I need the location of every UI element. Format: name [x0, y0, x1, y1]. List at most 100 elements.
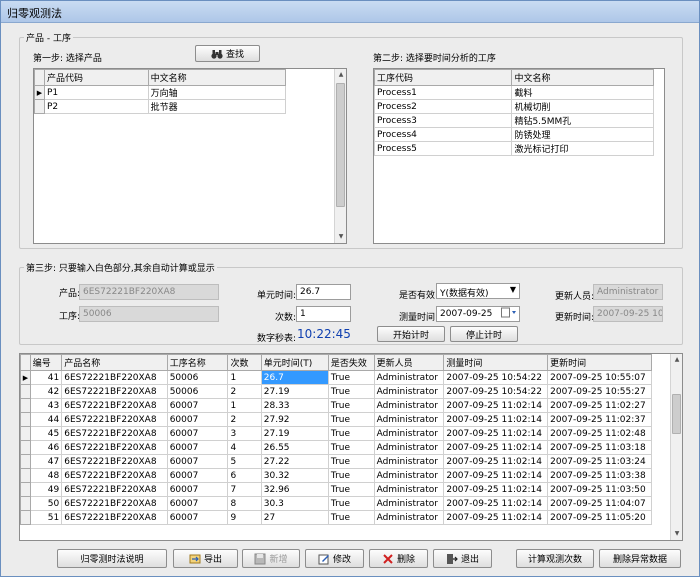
- record-measure-time-cell[interactable]: 2007-09-25 11:02:14: [443, 398, 549, 413]
- record-measure-time-cell[interactable]: 2007-09-25 11:02:14: [443, 440, 549, 455]
- record-updater-cell[interactable]: Administrator: [373, 496, 445, 511]
- record-updater-cell[interactable]: Administrator: [373, 468, 445, 483]
- records-col-measure-time[interactable]: 测量时间: [443, 354, 549, 371]
- export-button[interactable]: 导出: [173, 549, 238, 568]
- record-update-time-cell[interactable]: 2007-09-25 10:55:07: [547, 370, 652, 385]
- table-row[interactable]: ▶ 41 6ES72221BF220XA8 50006 1 26.7 True Adminis…: [20, 370, 652, 385]
- record-id-cell[interactable]: 45: [29, 426, 63, 441]
- record-invalid-cell[interactable]: True: [327, 496, 375, 511]
- records-col-product[interactable]: 产品名称: [61, 354, 168, 371]
- record-process-cell[interactable]: 60007: [166, 468, 229, 483]
- record-product-cell[interactable]: 6ES72221BF220XA8: [61, 468, 168, 483]
- record-invalid-cell[interactable]: True: [327, 398, 375, 413]
- table-row[interactable]: 47 6ES72221BF220XA8 60007 5 27.22 True Adminis…: [20, 454, 652, 469]
- record-invalid-cell[interactable]: True: [327, 412, 375, 427]
- records-col-update-time[interactable]: 更新时间: [547, 354, 652, 371]
- scroll-up-icon[interactable]: ▲: [335, 69, 346, 81]
- product-grid-scrollbar[interactable]: ▲ ▼: [334, 69, 346, 243]
- product-name-cell[interactable]: 批节器: [147, 99, 287, 114]
- delete-button[interactable]: 删除: [369, 549, 428, 568]
- record-count-cell[interactable]: 2: [227, 384, 262, 399]
- record-product-cell[interactable]: 6ES72221BF220XA8: [61, 384, 168, 399]
- record-product-cell[interactable]: 6ES72221BF220XA8: [61, 370, 168, 385]
- product-col-code[interactable]: 产品代码: [43, 69, 149, 86]
- record-update-time-cell[interactable]: 2007-09-25 11:03:38: [547, 468, 652, 483]
- record-count-cell[interactable]: 9: [227, 510, 262, 525]
- table-row[interactable]: Process3 精钻5.5MM孔: [374, 113, 654, 128]
- table-row[interactable]: 49 6ES72221BF220XA8 60007 7 32.96 True Adminis…: [20, 482, 652, 497]
- record-measure-time-cell[interactable]: 2007-09-25 10:54:22: [443, 384, 549, 399]
- record-invalid-cell[interactable]: True: [327, 510, 375, 525]
- record-measure-time-cell[interactable]: 2007-09-25 11:02:14: [443, 510, 549, 525]
- count-input[interactable]: 1: [296, 306, 351, 322]
- unit-time-input[interactable]: 26.7: [296, 284, 351, 300]
- record-update-time-cell[interactable]: 2007-09-25 11:03:18: [547, 440, 652, 455]
- process-code-cell[interactable]: Process1: [374, 85, 513, 100]
- scroll-thumb[interactable]: [336, 83, 345, 207]
- record-process-cell[interactable]: 60007: [166, 412, 229, 427]
- process-code-cell[interactable]: Process3: [374, 113, 513, 128]
- process-name-cell[interactable]: 截料: [511, 85, 654, 100]
- product-code-cell[interactable]: P2: [43, 99, 149, 114]
- records-col-count[interactable]: 次数: [227, 354, 262, 371]
- records-grid-scrollbar[interactable]: ▲ ▼: [670, 354, 682, 540]
- stop-timer-button[interactable]: 停止计时: [450, 326, 518, 342]
- product-col-name[interactable]: 中文名称: [147, 69, 287, 86]
- table-row[interactable]: 44 6ES72221BF220XA8 60007 2 27.92 True Adminis…: [20, 412, 652, 427]
- record-update-time-cell[interactable]: 2007-09-25 11:04:07: [547, 496, 652, 511]
- record-process-cell[interactable]: 60007: [166, 510, 229, 525]
- exit-button[interactable]: 退出: [433, 549, 492, 568]
- measure-date-picker[interactable]: 2007-09-25: [436, 306, 520, 322]
- record-id-cell[interactable]: 49: [29, 482, 63, 497]
- record-unit-time-cell[interactable]: 28.33: [260, 398, 329, 413]
- record-process-cell[interactable]: 50006: [166, 370, 229, 385]
- record-update-time-cell[interactable]: 2007-09-25 11:02:37: [547, 412, 652, 427]
- record-update-time-cell[interactable]: 2007-09-25 10:55:27: [547, 384, 652, 399]
- process-code-cell[interactable]: Process2: [374, 99, 513, 114]
- record-process-cell[interactable]: 60007: [166, 482, 229, 497]
- process-code-cell[interactable]: Process5: [374, 141, 513, 156]
- process-name-cell[interactable]: 防锈处理: [511, 127, 654, 142]
- record-count-cell[interactable]: 7: [227, 482, 262, 497]
- record-unit-time-cell[interactable]: 27.19: [260, 426, 329, 441]
- table-row[interactable]: Process1 截料: [374, 85, 654, 100]
- record-update-time-cell[interactable]: 2007-09-25 11:05:20: [547, 510, 652, 525]
- record-updater-cell[interactable]: Administrator: [373, 412, 445, 427]
- record-update-time-cell[interactable]: 2007-09-25 11:02:48: [547, 426, 652, 441]
- table-row[interactable]: 46 6ES72221BF220XA8 60007 4 26.55 True Adminis…: [20, 440, 652, 455]
- records-grid[interactable]: 编号 产品名称 工序名称 次数 单元时间(T) 是否失效 更新人员 测量时间 更…: [19, 353, 683, 541]
- record-measure-time-cell[interactable]: 2007-09-25 11:02:14: [443, 482, 549, 497]
- add-button[interactable]: 新增: [242, 549, 300, 568]
- process-grid[interactable]: 工序代码 中文名称 Process1 截料 Process2 机械切削 Proces…: [373, 68, 665, 244]
- records-col-unit-time[interactable]: 单元时间(T): [260, 354, 329, 371]
- process-col-code[interactable]: 工序代码: [374, 69, 513, 86]
- record-id-cell[interactable]: 51: [29, 510, 63, 525]
- process-col-name[interactable]: 中文名称: [511, 69, 654, 86]
- record-unit-time-cell[interactable]: 27.22: [260, 454, 329, 469]
- record-updater-cell[interactable]: Administrator: [373, 398, 445, 413]
- record-id-cell[interactable]: 48: [29, 468, 63, 483]
- record-count-cell[interactable]: 1: [227, 398, 262, 413]
- record-unit-time-cell[interactable]: 26.55: [260, 440, 329, 455]
- scroll-down-icon[interactable]: ▼: [671, 528, 682, 540]
- edit-button[interactable]: 修改: [305, 549, 364, 568]
- record-updater-cell[interactable]: Administrator: [373, 510, 445, 525]
- record-unit-time-cell[interactable]: 30.32: [260, 468, 329, 483]
- table-row[interactable]: Process4 防锈处理: [374, 127, 654, 142]
- record-invalid-cell[interactable]: True: [327, 426, 375, 441]
- record-product-cell[interactable]: 6ES72221BF220XA8: [61, 496, 168, 511]
- product-name-cell[interactable]: 万向轴: [147, 85, 287, 100]
- record-unit-time-cell[interactable]: 27: [260, 510, 329, 525]
- record-process-cell[interactable]: 60007: [166, 440, 229, 455]
- table-row[interactable]: Process2 机械切削: [374, 99, 654, 114]
- record-updater-cell[interactable]: Administrator: [373, 440, 445, 455]
- record-count-cell[interactable]: 4: [227, 440, 262, 455]
- records-col-updater[interactable]: 更新人员: [373, 354, 445, 371]
- record-process-cell[interactable]: 60007: [166, 398, 229, 413]
- chevron-down-icon[interactable]: ▼: [510, 285, 516, 294]
- calc-observations-button[interactable]: 计算观测次数: [516, 549, 594, 568]
- records-col-process[interactable]: 工序名称: [166, 354, 229, 371]
- record-measure-time-cell[interactable]: 2007-09-25 11:02:14: [443, 468, 549, 483]
- record-product-cell[interactable]: 6ES72221BF220XA8: [61, 482, 168, 497]
- record-unit-time-cell[interactable]: 27.92: [260, 412, 329, 427]
